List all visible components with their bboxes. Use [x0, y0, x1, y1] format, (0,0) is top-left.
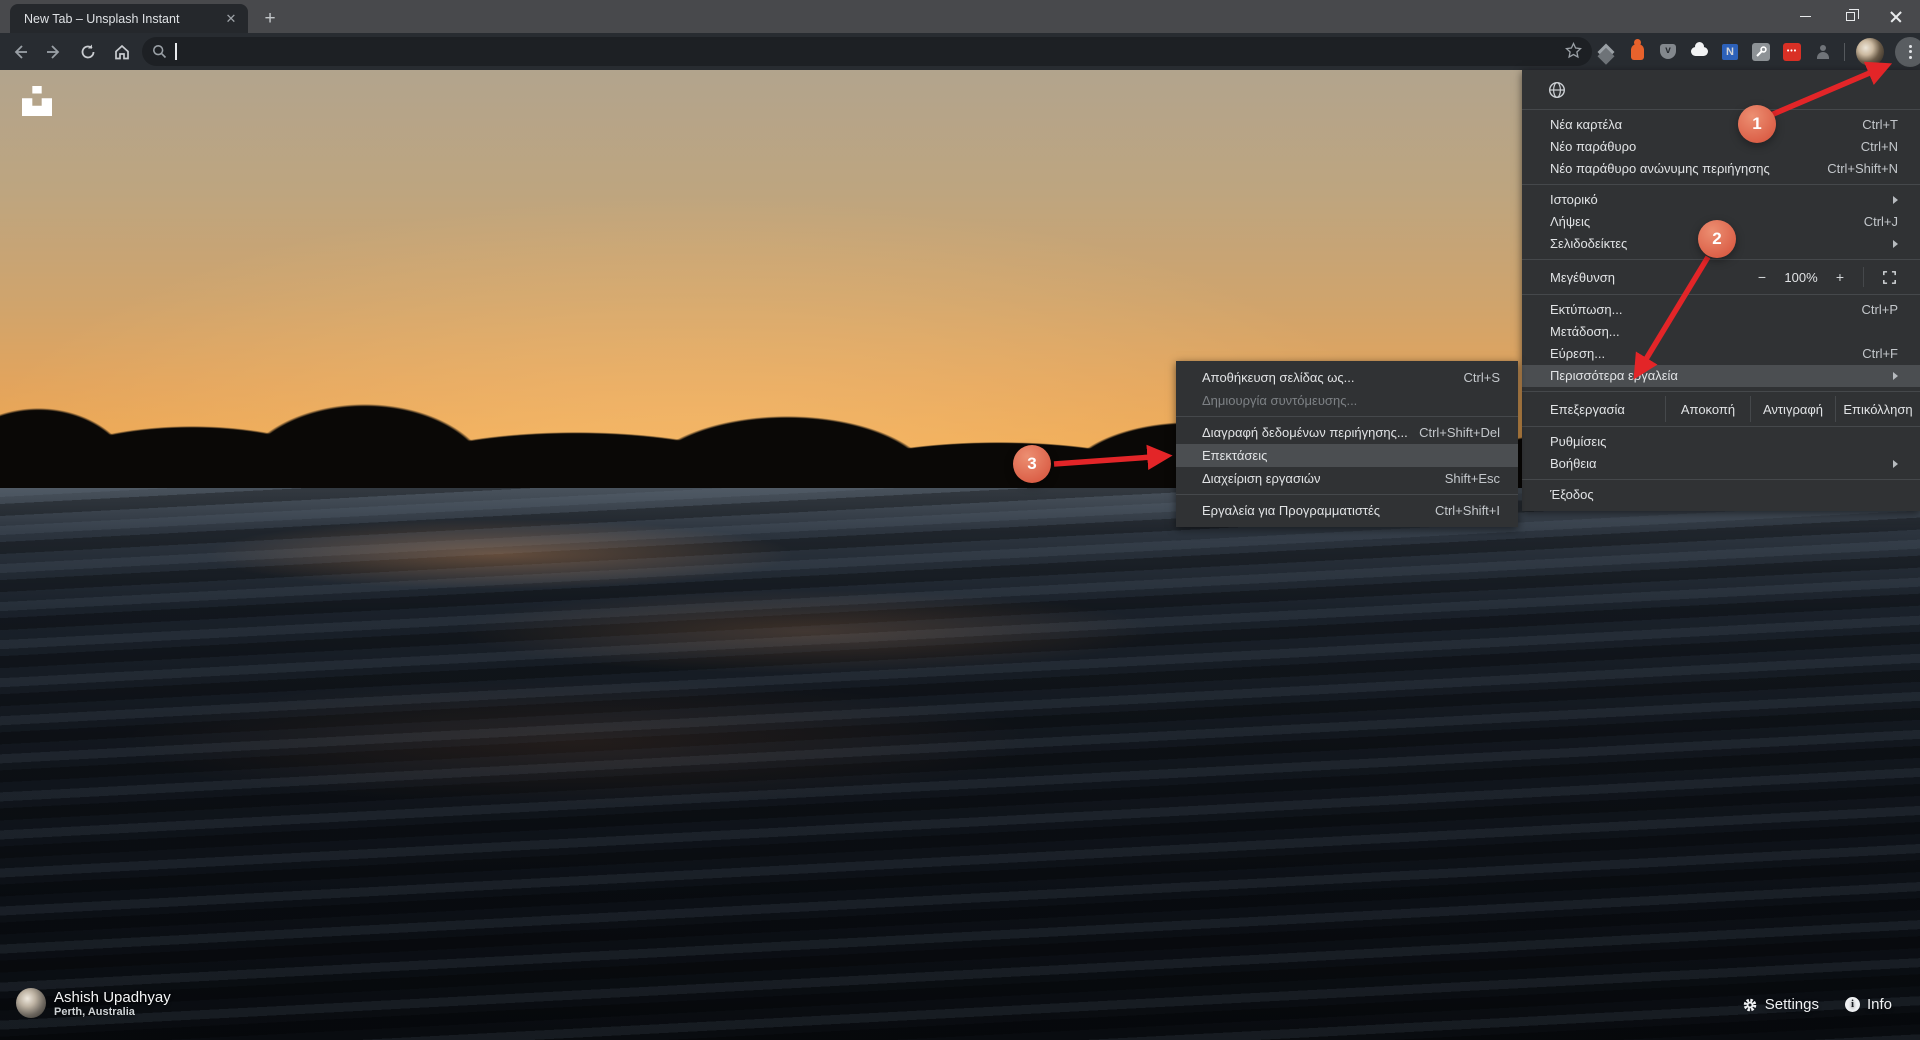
toolbar-separator [1844, 43, 1845, 61]
tab-title: New Tab – Unsplash Instant [24, 12, 222, 26]
step-badge-2: 2 [1698, 220, 1736, 258]
restore-icon [1846, 12, 1855, 21]
home-icon [113, 43, 131, 61]
submenu-arrow-icon [1893, 460, 1898, 468]
globe-icon [1548, 81, 1566, 99]
menu-item-zoom: Μεγέθυνση − 100% + [1522, 264, 1920, 290]
window-close-button[interactable] [1873, 0, 1918, 33]
text-cursor [175, 43, 177, 60]
info-icon: i [1845, 997, 1860, 1012]
menu-item-print[interactable]: Εκτύπωση...Ctrl+P [1522, 299, 1920, 321]
toolbar: v N ••• [0, 33, 1920, 70]
reload-button[interactable] [74, 38, 102, 66]
close-icon [1890, 11, 1902, 23]
orange-figure-extension-icon[interactable] [1627, 42, 1647, 62]
edit-paste-button[interactable]: Επικόλληση [1835, 396, 1920, 422]
menu-globe-item[interactable] [1522, 75, 1920, 105]
zoom-out-button[interactable]: − [1747, 269, 1777, 285]
photo-water [0, 488, 1920, 1040]
submenu-arrow-icon [1893, 240, 1898, 248]
new-tab-button[interactable]: + [258, 7, 282, 31]
profile-avatar[interactable] [1856, 38, 1884, 66]
menu-separator [1522, 426, 1920, 427]
menu-item-new-window[interactable]: Νέο παράθυροCtrl+N [1522, 136, 1920, 158]
step-badge-1: 1 [1738, 105, 1776, 143]
submenu-item-developer-tools[interactable]: Εργαλεία για ΠρογραμματιστέςCtrl+Shift+I [1176, 499, 1518, 522]
photographer-avatar[interactable] [16, 988, 46, 1018]
pocket-extension-icon[interactable]: v [1658, 42, 1678, 62]
submenu-item-save-page-as[interactable]: Αποθήκευση σελίδας ως...Ctrl+S [1176, 366, 1518, 389]
step-badge-3: 3 [1013, 445, 1051, 483]
reload-icon [79, 43, 97, 61]
menu-separator [1522, 259, 1920, 260]
settings-button[interactable]: Settings [1742, 996, 1819, 1013]
menu-separator [1176, 494, 1518, 495]
submenu-arrow-icon [1893, 196, 1898, 204]
dim-person-icon[interactable] [1813, 42, 1833, 62]
notion-extension-icon[interactable]: N [1720, 42, 1740, 62]
extensions-area: v N ••• [1596, 33, 1920, 70]
info-button[interactable]: i Info [1845, 996, 1892, 1013]
forward-button[interactable] [40, 38, 68, 66]
menu-item-exit[interactable]: Έξοδος [1522, 484, 1920, 506]
fullscreen-button[interactable] [1872, 271, 1906, 284]
submenu-item-clear-browsing-data[interactable]: Διαγραφή δεδομένων περιήγησης...Ctrl+Shi… [1176, 421, 1518, 444]
search-icon [152, 44, 167, 59]
zoom-in-button[interactable]: + [1825, 269, 1855, 285]
home-button[interactable] [108, 38, 136, 66]
unsplash-logo[interactable] [22, 86, 52, 116]
back-arrow-icon [11, 43, 29, 61]
menu-separator [1522, 294, 1920, 295]
menu-item-history[interactable]: Ιστορικό [1522, 189, 1920, 211]
menu-separator [1176, 416, 1518, 417]
menu-item-incognito-window[interactable]: Νέο παράθυρο ανώνυμης περιήγησηςCtrl+Shi… [1522, 158, 1920, 180]
more-tools-submenu: Αποθήκευση σελίδας ως...Ctrl+S Δημιουργί… [1176, 361, 1518, 527]
back-button[interactable] [6, 38, 34, 66]
fullscreen-icon [1883, 271, 1896, 284]
minimize-icon [1800, 16, 1811, 18]
wrench-extension-icon[interactable] [1751, 42, 1771, 62]
forward-arrow-icon [45, 43, 63, 61]
tab-close-icon[interactable]: ✕ [222, 10, 240, 28]
chrome-menu-button[interactable] [1895, 37, 1920, 67]
submenu-item-extensions[interactable]: Επεκτάσεις [1176, 444, 1518, 467]
window-minimize-button[interactable] [1783, 0, 1828, 33]
menu-item-settings[interactable]: Ρυθμίσεις [1522, 431, 1920, 453]
titlebar: New Tab – Unsplash Instant ✕ + [0, 0, 1920, 33]
bookmark-star-icon[interactable] [1565, 42, 1582, 64]
browser-window: New Tab – Unsplash Instant ✕ + [0, 0, 1920, 1040]
photographer-location: Perth, Australia [54, 1006, 171, 1018]
browser-tab[interactable]: New Tab – Unsplash Instant ✕ [10, 4, 248, 33]
menu-item-help[interactable]: Βοήθεια [1522, 453, 1920, 475]
menu-item-edit: Επεξεργασία Αποκοπή Αντιγραφή Επικόλληση [1522, 396, 1920, 422]
menu-item-more-tools[interactable]: Περισσότερα εργαλεία [1522, 365, 1920, 387]
menu-item-new-tab[interactable]: Νέα καρτέλαCtrl+T [1522, 114, 1920, 136]
menu-separator [1522, 391, 1920, 392]
submenu-item-task-manager[interactable]: Διαχείριση εργασιώνShift+Esc [1176, 467, 1518, 490]
layers-extension-icon[interactable] [1596, 42, 1616, 62]
menu-item-find[interactable]: Εύρεση...Ctrl+F [1522, 343, 1920, 365]
red-dots-extension-icon[interactable]: ••• [1782, 42, 1802, 62]
kebab-icon [1909, 45, 1912, 48]
address-bar[interactable] [142, 37, 1592, 66]
chrome-menu: Νέα καρτέλαCtrl+T Νέο παράθυροCtrl+N Νέο… [1522, 70, 1920, 511]
photo-attribution[interactable]: Ashish Upadhyay Perth, Australia [16, 988, 171, 1018]
menu-separator [1522, 479, 1920, 480]
cloud-extension-icon[interactable] [1689, 42, 1709, 62]
page-footer-actions: Settings i Info [1742, 996, 1892, 1013]
edit-cut-button[interactable]: Αποκοπή [1665, 396, 1750, 422]
edit-copy-button[interactable]: Αντιγραφή [1750, 396, 1835, 422]
menu-item-cast[interactable]: Μετάδοση... [1522, 321, 1920, 343]
submenu-arrow-icon [1893, 372, 1898, 380]
window-restore-button[interactable] [1828, 0, 1873, 33]
zoom-level: 100% [1777, 270, 1825, 285]
menu-separator [1522, 109, 1920, 110]
photographer-name: Ashish Upadhyay [54, 989, 171, 1006]
menu-separator [1522, 184, 1920, 185]
submenu-item-create-shortcut: Δημιουργία συντόμευσης... [1176, 389, 1518, 412]
gear-icon [1742, 997, 1758, 1013]
